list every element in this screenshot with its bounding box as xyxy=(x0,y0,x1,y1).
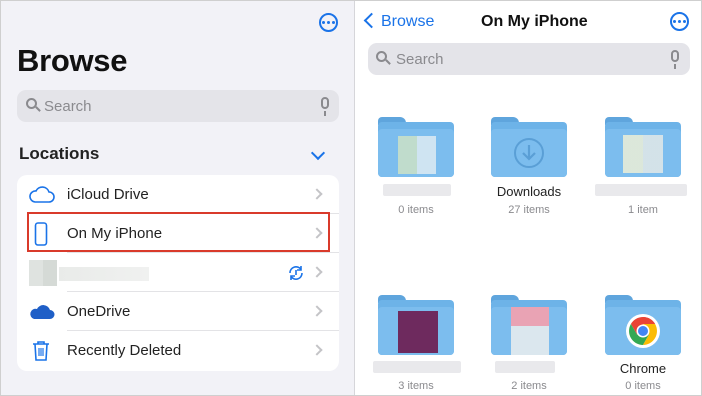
chevron-down-icon[interactable] xyxy=(310,145,326,161)
folder-item-count: 27 items xyxy=(508,204,550,216)
redacted-icon xyxy=(29,260,57,286)
microphone-icon[interactable] xyxy=(671,50,679,69)
section-title-locations: Locations xyxy=(19,144,100,163)
folder-icon xyxy=(605,117,681,177)
folder-search-input[interactable]: Search xyxy=(368,43,690,75)
more-options-icon[interactable] xyxy=(319,13,338,32)
sidebar-item-onedrive[interactable]: OneDrive xyxy=(17,292,339,331)
search-placeholder: Search xyxy=(44,98,92,115)
trash-icon xyxy=(33,341,49,361)
sidebar-item-label: Recently Deleted xyxy=(67,342,182,359)
folder-item-count: 2 items xyxy=(511,380,547,392)
back-button[interactable]: Browse xyxy=(381,13,434,31)
redacted-folder-name xyxy=(495,361,555,373)
highlight-box-on-my-iphone xyxy=(27,212,330,252)
chevron-right-icon xyxy=(311,305,323,317)
sidebar-search-input[interactable]: Search xyxy=(17,90,339,122)
chevron-right-icon xyxy=(311,344,323,356)
sidebar-item-recently-deleted[interactable]: Recently Deleted xyxy=(17,331,339,370)
locations-list: iCloud Drive On My iPhone OneDrive Recen… xyxy=(17,175,339,371)
cloud-icon xyxy=(29,186,55,203)
sidebar-item-label: iCloud Drive xyxy=(67,186,149,203)
folder-icon xyxy=(378,295,454,355)
folder-browser: Browse On My iPhone Search 0 items Downl… xyxy=(355,1,701,395)
redacted-folder-name xyxy=(595,184,687,196)
search-icon xyxy=(376,51,387,62)
chevron-right-icon xyxy=(311,188,323,200)
sidebar: Browse Search Locations iCloud Drive On … xyxy=(1,1,354,395)
chevron-left-icon[interactable] xyxy=(363,12,380,29)
search-icon xyxy=(26,98,37,109)
sync-icon xyxy=(289,266,303,280)
folder-icon xyxy=(605,295,681,355)
onedrive-cloud-icon xyxy=(30,305,55,319)
folder-item-count: 3 items xyxy=(398,380,434,392)
folder-icon xyxy=(491,117,567,177)
sidebar-item-redacted-location[interactable] xyxy=(17,253,339,292)
folder-icon xyxy=(378,117,454,177)
chrome-icon xyxy=(626,314,660,348)
folder-icon xyxy=(491,295,567,355)
folder-item-count: 1 item xyxy=(628,204,658,216)
redacted-folder-name xyxy=(383,184,451,196)
app-frame: Browse Search Locations iCloud Drive On … xyxy=(0,0,702,396)
redacted-folder-name xyxy=(373,361,461,373)
folder-item-count: 0 items xyxy=(625,380,661,392)
redacted-label xyxy=(59,267,149,281)
download-arrow-icon xyxy=(514,138,544,168)
sidebar-item-label: OneDrive xyxy=(67,303,131,320)
search-placeholder: Search xyxy=(396,51,444,68)
folder-name: Chrome xyxy=(619,361,667,376)
microphone-icon[interactable] xyxy=(321,97,329,116)
nav-title: On My iPhone xyxy=(481,13,588,30)
sidebar-item-icloud-drive[interactable]: iCloud Drive xyxy=(17,175,339,214)
folder-name: Downloads xyxy=(496,184,562,199)
chevron-right-icon xyxy=(311,266,323,278)
folder-item-count: 0 items xyxy=(398,204,434,216)
more-options-icon[interactable] xyxy=(670,12,689,31)
page-title: Browse xyxy=(17,43,128,78)
